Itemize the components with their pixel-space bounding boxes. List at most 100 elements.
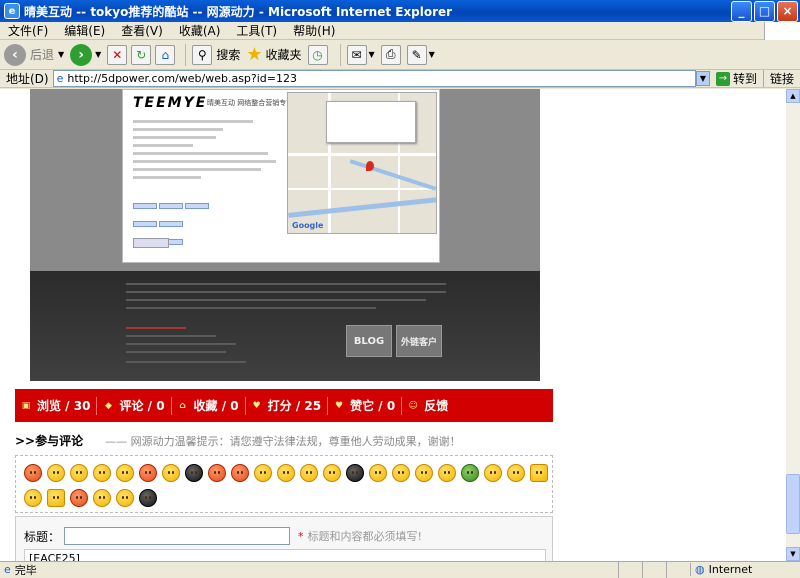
rate-label: 打分 / 25 — [267, 399, 322, 413]
rate-action[interactable]: ♥ 打分 / 25 — [246, 397, 327, 414]
comment-header: >>参与评论 —— 网源动力温馨提示：请您遵守法律法规，尊重他人劳动成果，谢谢！ — [15, 432, 461, 449]
emoticon-panel — [15, 455, 553, 513]
edit-dropdown-icon[interactable]: ▼ — [429, 50, 435, 59]
menu-help[interactable]: 帮助(H) — [285, 22, 343, 39]
menu-favorites[interactable]: 收藏(A) — [171, 22, 229, 39]
menu-file[interactable]: 文件(F) — [0, 22, 56, 39]
mad-emoticon-icon[interactable] — [70, 489, 88, 507]
google-logo: Google — [292, 221, 324, 230]
confused-emoticon-icon[interactable] — [300, 464, 318, 482]
sleep-emoticon-icon[interactable] — [369, 464, 387, 482]
ie-icon: e — [4, 3, 20, 19]
knife-emoticon-icon[interactable] — [185, 464, 203, 482]
surprised-emoticon-icon[interactable] — [277, 464, 295, 482]
thumbs-down-emoticon-icon[interactable] — [530, 464, 548, 482]
refresh-icon[interactable]: ↻ — [131, 44, 152, 65]
address-url[interactable]: http://5dpower.com/web/web.asp?id=123 — [67, 72, 297, 85]
smile-emoticon-icon[interactable] — [47, 464, 65, 482]
like-action[interactable]: ♥ 赞它 / 0 — [328, 397, 401, 414]
shock-emoticon-icon[interactable] — [507, 464, 525, 482]
blog-tile: BLOG — [346, 325, 392, 357]
grin-emoticon-icon[interactable] — [162, 464, 180, 482]
scroll-up-icon[interactable]: ▲ — [786, 89, 800, 103]
cool-emoticon-icon[interactable] — [70, 464, 88, 482]
client-tile: 外链客户 — [396, 325, 442, 357]
thumbs-up-emoticon-icon[interactable] — [47, 489, 65, 507]
title-input[interactable] — [64, 527, 291, 545]
wink-emoticon-icon[interactable] — [116, 464, 134, 482]
shy-emoticon-icon[interactable] — [139, 464, 157, 482]
history-icon[interactable]: ◷ — [307, 44, 328, 65]
contact-text-block — [133, 120, 283, 184]
status-cell — [618, 561, 642, 578]
comment-heading: >>参与评论 — [15, 434, 84, 448]
views-label: 浏览 / 30 — [37, 399, 91, 413]
scroll-thumb[interactable] — [786, 474, 800, 534]
favorites-button[interactable]: ★ 收藏夹 — [246, 44, 301, 65]
comment-form: 标题： * 标题和内容都必须填写! [EACF25] — [15, 516, 553, 561]
home-icon[interactable]: ⌂ — [155, 44, 176, 65]
map-pin-icon — [366, 161, 374, 171]
devil-emoticon-icon[interactable] — [208, 464, 226, 482]
stop-icon[interactable]: ✕ — [107, 44, 128, 65]
dizzy-emoticon-icon[interactable] — [484, 464, 502, 482]
minimize-button[interactable]: _ — [731, 0, 752, 22]
tongue-emoticon-icon[interactable] — [438, 464, 456, 482]
heart-icon: ♥ — [252, 400, 261, 411]
comment-tip: —— 网源动力温馨提示：请您遵守法律法规，尊重他人劳动成果，谢谢！ — [105, 434, 461, 448]
mail-dropdown-icon[interactable]: ▼ — [369, 50, 375, 59]
toolbar-divider — [185, 43, 187, 66]
turtle-emoticon-icon[interactable] — [461, 464, 479, 482]
house-icon: ⌂ — [179, 400, 186, 411]
search-button[interactable]: ⚲ 搜索 — [192, 44, 241, 65]
feedback-label: 反馈 — [424, 399, 449, 413]
happy-emoticon-icon[interactable] — [415, 464, 433, 482]
pout-emoticon-icon[interactable] — [323, 464, 341, 482]
angry-emoticon-icon[interactable] — [24, 464, 42, 482]
address-field[interactable]: e http://5dpower.com/web/web.asp?id=123 — [52, 70, 696, 87]
status-cell — [666, 561, 690, 578]
comments-action[interactable]: ◆ 评论 / 0 — [97, 397, 170, 414]
address-dropdown-icon[interactable]: ▼ — [695, 71, 710, 86]
comment-box-icon: ▣ — [21, 400, 31, 411]
links-button[interactable]: 链接 — [762, 70, 800, 87]
pig-emoticon-icon[interactable] — [231, 464, 249, 482]
chuckle-emoticon-icon[interactable] — [93, 489, 111, 507]
back-dropdown-icon[interactable]: ▼ — [58, 50, 64, 59]
heart-icon: ♥ — [335, 400, 344, 411]
menu-tools[interactable]: 工具(T) — [228, 22, 285, 39]
sad-emoticon-icon[interactable] — [93, 464, 111, 482]
edit-icon[interactable]: ✎ — [406, 44, 427, 65]
globe-icon: ◍ — [695, 563, 705, 576]
content-textarea[interactable]: [EACF25] — [24, 549, 546, 561]
back-button[interactable]: ‹ 后退 ▼ — [4, 43, 64, 66]
toolbar-divider — [339, 43, 341, 66]
scroll-down-icon[interactable]: ▼ — [786, 547, 800, 561]
back-arrow-icon: ‹ — [4, 43, 26, 66]
blush-emoticon-icon[interactable] — [392, 464, 410, 482]
views-action[interactable]: ▣ 浏览 / 30 — [15, 397, 96, 414]
forward-button[interactable]: › ▼ — [70, 43, 101, 66]
sunglasses-emoticon-icon[interactable] — [116, 489, 134, 507]
page-icon: e — [56, 72, 64, 85]
mail-icon[interactable]: ✉ — [346, 44, 367, 65]
menu-view[interactable]: 查看(V) — [113, 22, 171, 39]
page-viewport: TEEMYE 晴美互动 网络整合营销专家 Google BLOG 外链客户 ▣ … — [0, 89, 786, 561]
search-label: 搜索 — [216, 48, 241, 62]
print-icon[interactable]: ⎙ — [380, 44, 401, 65]
security-zone: ◍ Internet — [690, 563, 800, 576]
laugh-emoticon-icon[interactable] — [254, 464, 272, 482]
go-button[interactable]: → 转到 — [710, 70, 763, 87]
map-image: Google — [287, 92, 437, 234]
feedback-action[interactable]: ☺ 反馈 — [402, 397, 454, 414]
kiss-emoticon-icon[interactable] — [24, 489, 42, 507]
forward-dropdown-icon[interactable]: ▼ — [95, 50, 101, 59]
cow-emoticon-icon[interactable] — [346, 464, 364, 482]
menu-edit[interactable]: 编辑(E) — [56, 22, 113, 39]
vertical-scrollbar[interactable]: ▲ ▼ — [786, 89, 800, 561]
favorite-action[interactable]: ⌂ 收藏 / 0 — [172, 397, 245, 414]
address-label: 地址(D) — [6, 72, 49, 86]
panda-emoticon-icon[interactable] — [139, 489, 157, 507]
maximize-button[interactable]: □ — [754, 0, 775, 22]
close-button[interactable]: × — [777, 0, 798, 22]
